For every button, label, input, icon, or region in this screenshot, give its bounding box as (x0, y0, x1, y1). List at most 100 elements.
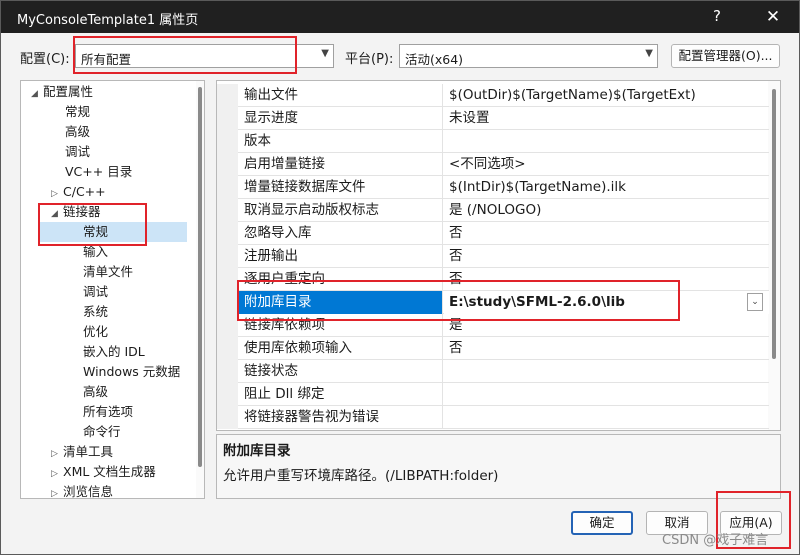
property-row[interactable]: 取消显示启动版权标志是 (/NOLOGO) (217, 199, 769, 222)
row-gutter (217, 314, 238, 337)
property-row[interactable]: 启用增量链接 <不同选项> (217, 153, 769, 176)
property-name[interactable]: 输出文件 (239, 84, 443, 107)
property-name[interactable]: 启用增量链接 (239, 153, 443, 176)
property-value[interactable] (444, 360, 769, 383)
property-name[interactable]: 链接状态 (239, 360, 443, 383)
property-value[interactable] (444, 383, 769, 406)
property-value[interactable]: 否 (444, 268, 769, 291)
description-panel: 附加库目录 允许用户重写环境库路径。(/LIBPATH:folder) (216, 434, 781, 499)
property-value[interactable]: 否 (444, 337, 769, 360)
watermark-text: CSDN @戏子难言 (662, 533, 769, 548)
tree-item[interactable]: 输入 (83, 242, 108, 262)
expand-arrow-icon[interactable]: ▷ (51, 484, 63, 498)
property-value[interactable]: E:\study\SFML-2.6.0\lib (444, 291, 769, 314)
tree-scrollbar-thumb[interactable] (198, 87, 202, 467)
tree-item[interactable]: ◢ 配置属性 (31, 82, 93, 102)
tree-item-label: 高级 (65, 124, 91, 139)
tree-item[interactable]: 高级 (65, 122, 90, 142)
tree-item[interactable]: 常规 (39, 222, 187, 242)
property-row[interactable]: 附加库目录 E:\study\SFML-2.6.0\lib ⌄ (217, 291, 769, 314)
property-name[interactable]: 版本 (239, 130, 443, 153)
property-value[interactable]: 是 (444, 314, 769, 337)
property-row[interactable]: 阻止 Dll 绑定 (217, 383, 769, 406)
help-button[interactable]: ? (713, 7, 721, 25)
tree-item[interactable]: 所有选项 (83, 402, 133, 422)
row-gutter (217, 176, 238, 199)
tree-item[interactable]: ▷ 浏览信息 (51, 482, 114, 499)
property-name[interactable]: 显示进度 (239, 107, 443, 130)
tree-item[interactable]: 清单文件 (83, 262, 133, 282)
property-value[interactable] (444, 406, 769, 429)
property-name[interactable]: 注册输出 (239, 245, 443, 268)
tree-item[interactable]: 调试 (65, 142, 90, 162)
property-name[interactable]: 增量链接数据库文件 (239, 176, 443, 199)
property-value[interactable]: $(OutDir)$(TargetName)$(TargetExt) (444, 84, 769, 107)
expand-arrow-icon[interactable]: ▷ (51, 444, 63, 464)
tree-item[interactable]: 命令行 (83, 422, 121, 442)
config-label: 配置(C): (20, 52, 70, 67)
platform-select-value: 活动(x64) (405, 52, 464, 67)
config-select[interactable]: 所有配置 ▼ (75, 44, 334, 68)
title-bar: MyConsoleTemplate1 属性页 ? ✕ (1, 1, 799, 33)
property-value[interactable]: <不同选项> (444, 153, 769, 176)
property-row[interactable]: 版本 (217, 130, 769, 153)
property-row[interactable]: 链接库依赖项是 (217, 314, 769, 337)
tree-item[interactable]: ▷ C/C++ (51, 182, 106, 202)
config-manager-button[interactable]: 配置管理器(O)... (671, 44, 780, 68)
property-name[interactable]: 将链接器警告视为错误 (239, 406, 443, 429)
property-name[interactable]: 取消显示启动版权标志 (239, 199, 443, 222)
property-value[interactable]: 否 (444, 245, 769, 268)
tree-item[interactable]: ◢ 链接器 (51, 202, 101, 222)
tree-item[interactable]: 系统 (83, 302, 108, 322)
grid-scrollbar-thumb[interactable] (772, 89, 776, 359)
expand-arrow-icon[interactable]: ▷ (51, 184, 63, 204)
property-name[interactable]: 链接库依赖项 (239, 314, 443, 337)
property-row[interactable]: 使用库依赖项输入否 (217, 337, 769, 360)
tree-item[interactable]: 嵌入的 IDL (83, 342, 145, 362)
property-value[interactable]: 是 (/NOLOGO) (444, 199, 769, 222)
property-value[interactable] (444, 130, 769, 153)
property-row[interactable]: 注册输出否 (217, 245, 769, 268)
row-gutter (217, 337, 238, 360)
tree-item-label: 配置属性 (43, 84, 94, 99)
expand-arrow-icon[interactable]: ▷ (51, 464, 63, 484)
tree-item-label: 浏览信息 (63, 484, 114, 499)
tree-item[interactable]: VC++ 目录 (65, 162, 132, 182)
grid-scrollbar[interactable] (768, 81, 780, 430)
property-row[interactable]: 显示进度 未设置 (217, 107, 769, 130)
tree-item[interactable]: 优化 (83, 322, 108, 342)
tree-scrollbar[interactable] (196, 81, 204, 498)
tree-item-label: VC++ 目录 (65, 164, 133, 179)
property-name[interactable]: 阻止 Dll 绑定 (239, 383, 443, 406)
tree-item[interactable]: 调试 (83, 282, 108, 302)
tree-item[interactable]: 常规 (65, 102, 90, 122)
property-row[interactable]: 将链接器警告视为错误 (217, 406, 769, 429)
tree-item[interactable]: ▷ XML 文档生成器 (51, 462, 156, 482)
property-value[interactable]: 未设置 (444, 107, 769, 130)
tree-item-label: 优化 (83, 324, 109, 339)
ok-button[interactable]: 确定 (571, 511, 633, 535)
collapse-arrow-icon[interactable]: ◢ (31, 84, 43, 104)
tree-item[interactable]: 高级 (83, 382, 108, 402)
tree-item-label: XML 文档生成器 (63, 464, 156, 479)
close-button[interactable]: ✕ (753, 3, 793, 31)
property-value[interactable]: 否 (444, 222, 769, 245)
collapse-arrow-icon[interactable]: ◢ (51, 204, 63, 224)
property-name[interactable]: 忽略导入库 (239, 222, 443, 245)
property-row[interactable]: 输出文件 $(OutDir)$(TargetName)$(TargetExt) (217, 84, 769, 107)
property-row[interactable]: 增量链接数据库文件 $(IntDir)$(TargetName).ilk (217, 176, 769, 199)
property-name[interactable]: 附加库目录 (239, 291, 443, 314)
tree-item[interactable]: ▷ 清单工具 (51, 442, 113, 462)
row-gutter (217, 222, 238, 245)
property-name[interactable]: 使用库依赖项输入 (239, 337, 443, 360)
tree-item[interactable]: Windows 元数据 (83, 362, 180, 382)
value-dropdown-button[interactable]: ⌄ (747, 293, 763, 311)
row-gutter (217, 268, 238, 291)
property-name[interactable]: 逐用户重定向 (239, 268, 443, 291)
platform-select[interactable]: 活动(x64) ▼ (399, 44, 658, 68)
property-value[interactable]: $(IntDir)$(TargetName).ilk (444, 176, 769, 199)
property-row[interactable]: 逐用户重定向否 (217, 268, 769, 291)
tree-item-label: Windows 元数据 (83, 364, 181, 379)
property-row[interactable]: 忽略导入库否 (217, 222, 769, 245)
property-row[interactable]: 链接状态 (217, 360, 769, 383)
